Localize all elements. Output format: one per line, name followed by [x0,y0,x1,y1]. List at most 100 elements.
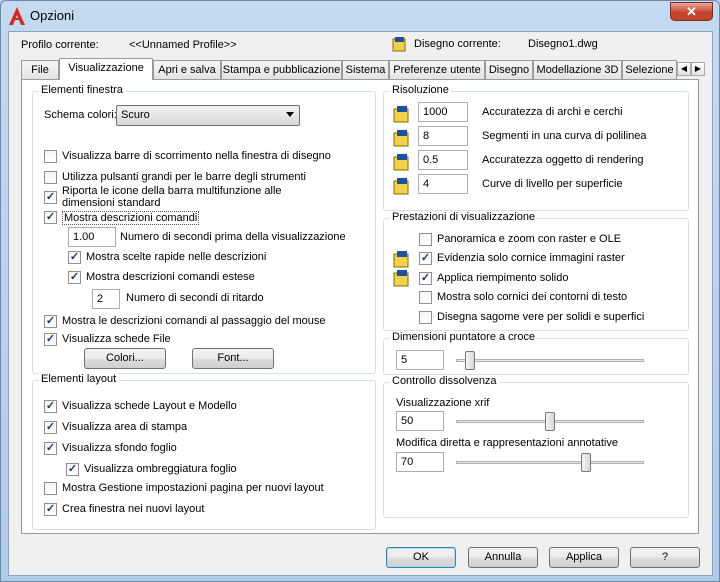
scrollbars-label: Visualizza barre di scorrimento nella fi… [62,150,331,162]
contour-lines-input[interactable]: 4 [418,174,468,194]
window-elements-title: Elementi finestra [39,84,125,96]
ok-button[interactable]: OK [386,547,456,568]
drawing-icon [393,270,409,287]
ribbon-icons-checkbox[interactable]: ✓ [44,191,57,204]
solid-fill-label: Applica riempimento solido [437,272,569,284]
color-scheme-label: Schema colori: [44,109,117,121]
tab-stampa-e-pubblicazione[interactable]: Stampa e pubblicazione [221,60,342,79]
xref-fade-label: Visualizzazione xrif [396,397,490,409]
tab-selezione[interactable]: Selezione [622,60,677,79]
crosshair-size-input[interactable]: 5 [396,350,444,370]
scrollbars-checkbox[interactable] [44,150,57,163]
crosshair-size-title: Dimensioni puntatore a croce [390,331,538,343]
page-setup-manager-checkbox[interactable] [44,482,57,495]
text-boundary-checkbox[interactable] [419,291,432,304]
file-tabs-label: Visualizza schede File [62,333,171,345]
render-smoothness-input[interactable]: 0.5 [418,150,468,170]
fade-control-title: Controllo dissolvenza [390,375,499,387]
crosshair-size-group: Dimensioni puntatore a croce 5 [383,331,689,375]
pan-zoom-raster-label: Panoramica e zoom con raster e OLE [437,233,622,245]
inplace-fade-slider-thumb[interactable] [580,453,591,472]
page-setup-manager-label: Mostra Gestione impostazioni pagina per … [62,482,324,494]
tab-preferenze-utente[interactable]: Preferenze utente [389,60,485,79]
paper-shadow-label: Visualizza ombreggiatura foglio [84,463,237,475]
paper-background-checkbox[interactable]: ✓ [44,442,57,455]
create-viewport-checkbox[interactable]: ✓ [44,503,57,516]
rollover-tooltips-label: Mostra le descrizioni comandi al passagg… [62,315,326,327]
paper-background-label: Visualizza sfondo foglio [62,442,177,454]
cancel-button[interactable]: Annulla [468,547,538,568]
pan-zoom-raster-checkbox[interactable] [419,233,432,246]
color-scheme-select[interactable]: Scuro [116,105,300,126]
shortcuts-checkbox[interactable]: ✓ [68,251,81,264]
layout-elements-title: Elementi layout [39,373,119,385]
extended-tooltips-label: Mostra descrizioni comandi estese [86,271,255,283]
paper-shadow-checkbox[interactable]: ✓ [66,463,79,476]
tooltips-label: Mostra descrizioni comandi [62,211,200,225]
xref-fade-slider-thumb[interactable] [545,412,555,431]
tab-visualizzazione[interactable]: Visualizzazione [59,58,153,80]
chevron-down-icon [286,112,294,117]
profile-value: <<Unnamed Profile>> [129,39,237,51]
contour-lines-label: Curve di livello per superficie [482,178,623,190]
layout-model-tabs-checkbox[interactable]: ✓ [44,400,57,413]
tab-page-visualizzazione: Elementi finestra Schema colori: Scuro V… [21,79,699,534]
drawing-icon [393,178,409,195]
autocad-logo-icon [9,7,25,25]
xref-fade-input[interactable]: 50 [396,411,444,431]
tab-disegno[interactable]: Disegno [485,60,533,79]
drawing-icon [393,106,409,123]
large-buttons-label: Utilizza pulsanti grandi per le barre de… [62,171,306,183]
close-button[interactable]: ✕ [670,2,713,21]
render-smoothness-label: Accuratezza oggetto di rendering [482,154,644,166]
tab-apri-e-salva[interactable]: Apri e salva [153,60,221,79]
extended-delay-label: Numero di secondi di ritardo [126,292,264,304]
display-performance-group: Prestazioni di visualizzazione Panoramic… [383,211,689,331]
printable-area-checkbox[interactable]: ✓ [44,421,57,434]
tooltip-delay-label: Numero di secondi prima della visualizza… [120,231,346,243]
tab-sistema[interactable]: Sistema [342,60,389,79]
font-button[interactable]: Font... [192,348,274,369]
arc-smoothness-input[interactable]: 1000 [418,102,468,122]
extended-delay-input[interactable]: 2 [92,289,120,309]
layout-elements-group: Elementi layout ✓ Visualizza schede Layo… [32,373,376,530]
polyline-segments-input[interactable]: 8 [418,126,468,146]
options-dialog: Opzioni ✕ Profilo corrente: <<Unnamed Pr… [0,0,720,582]
tab-strip: File Visualizzazione Apri e salva Stampa… [21,58,705,80]
printable-area-label: Visualizza area di stampa [62,421,188,433]
help-button[interactable]: ? [630,547,700,568]
fade-control-group: Controllo dissolvenza Visualizzazione xr… [383,375,689,518]
apply-button[interactable]: Applica [549,547,619,568]
title-bar[interactable]: Opzioni ✕ [1,1,719,31]
display-performance-title: Prestazioni di visualizzazione [390,211,538,223]
tab-scroll-right-icon[interactable]: ▶ [691,62,705,76]
true-silhouettes-checkbox[interactable] [419,311,432,324]
drawing-value: Disegno1.dwg [528,38,598,50]
drawing-icon [393,130,409,147]
extended-tooltips-checkbox[interactable]: ✓ [68,271,81,284]
rollover-tooltips-checkbox[interactable]: ✓ [44,315,57,328]
color-scheme-value: Scuro [121,109,150,121]
ribbon-icons-label: Riporta le icone della barra multifunzio… [62,185,282,197]
file-tabs-checkbox[interactable]: ✓ [44,333,57,346]
inplace-fade-slider-track[interactable] [456,461,644,464]
raster-frame-checkbox[interactable]: ✓ [419,252,432,265]
large-buttons-checkbox[interactable] [44,171,57,184]
drawing-icon [392,37,406,52]
tab-scroll-left-icon[interactable]: ◀ [677,62,691,76]
polyline-segments-label: Segmenti in una curva di polilinea [482,130,647,142]
dialog-body: Profilo corrente: <<Unnamed Profile>> Di… [8,31,713,576]
tooltip-delay-input[interactable]: 1.00 [68,227,116,247]
tab-file[interactable]: File [21,60,59,79]
crosshair-slider-track[interactable] [456,359,644,362]
layout-model-tabs-label: Visualizza schede Layout e Modello [62,400,237,412]
window-title: Opzioni [30,8,75,23]
colors-button[interactable]: Colori... [84,348,166,369]
arc-smoothness-label: Accuratezza di archi e cerchi [482,106,623,118]
tooltips-checkbox[interactable]: ✓ [44,211,57,224]
solid-fill-checkbox[interactable]: ✓ [419,272,432,285]
tab-modellazione-3d[interactable]: Modellazione 3D [533,60,622,79]
window-elements-group: Elementi finestra Schema colori: Scuro V… [32,84,376,374]
crosshair-slider-thumb[interactable] [464,351,475,370]
inplace-fade-input[interactable]: 70 [396,452,444,472]
